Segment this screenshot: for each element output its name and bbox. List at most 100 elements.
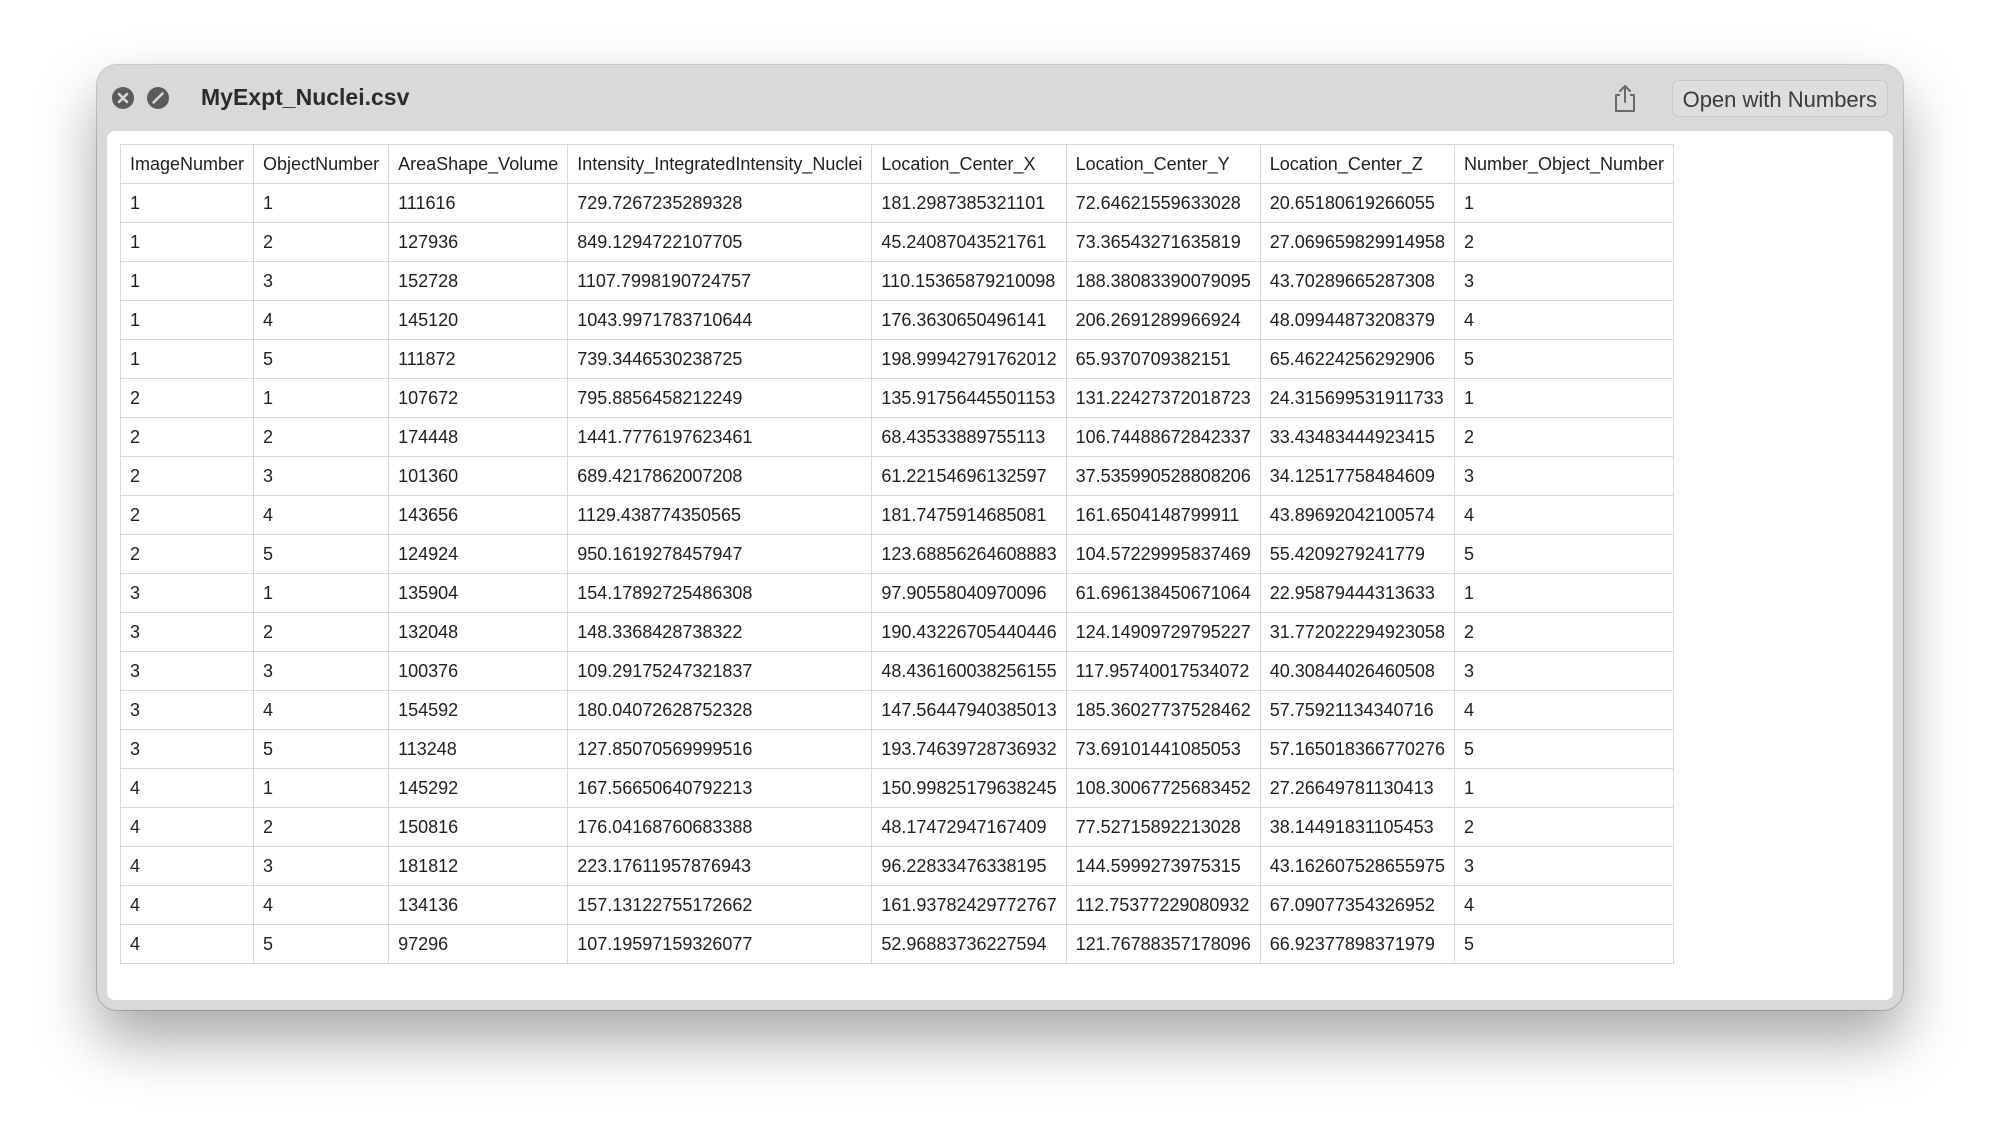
table-cell: 4 [253,690,390,730]
table-cell: 132048 [388,612,569,652]
table-cell: 3 [119,651,255,691]
table-row: 4 2 150816 176.04168760683388 48.17472947167… [119,807,1675,847]
table-cell: 5 [1453,924,1675,964]
table-cell: 152728 [388,261,569,301]
window-title: MyExpt_Nuclei.csv [201,84,410,110]
table-cell: 124.14909729795227 [1065,612,1261,652]
table-cell: 4 [253,495,390,535]
table-row: 1 3 152728 1107.7998190724757 110.1536587921… [119,261,1675,301]
table-cell: 1 [1453,573,1675,613]
table-cell: 1 [1453,768,1675,808]
table-cell: 117.95740017534072 [1065,651,1261,691]
table-cell: 1043.9971783710644 [567,300,873,340]
table-cell: 27.26649781130413 [1259,768,1455,808]
column-header: Number_Object_Number [1453,144,1675,184]
table-cell: 73.36543271635819 [1065,222,1261,262]
table-row: 3 5 113248 127.85070569999516 193.7463972873… [119,729,1675,769]
table-cell: 4 [1453,495,1675,535]
table-cell: 55.4209279241779 [1259,534,1455,574]
table-cell: 22.95879444313633 [1259,573,1455,613]
table-cell: 4 [119,807,255,847]
quicklook-window: MyExpt_Nuclei.csv Open with Numbers Imag… [97,65,1903,1010]
table-cell: 135.91756445501153 [871,378,1067,418]
table-cell: 729.7267235289328 [567,183,873,223]
table-cell: 108.30067725683452 [1065,768,1261,808]
table-cell: 3 [1453,846,1675,886]
table-cell: 3 [253,456,390,496]
table-cell: 2 [119,456,255,496]
table-cell: 2 [119,534,255,574]
table-cell: 97.90558040970096 [871,573,1067,613]
table-cell: 167.56650640792213 [567,768,873,808]
share-icon[interactable] [1609,83,1641,115]
table-cell: 100376 [388,651,569,691]
table-cell: 148.3368428738322 [567,612,873,652]
table-cell: 66.92377898371979 [1259,924,1455,964]
table-cell: 109.29175247321837 [567,651,873,691]
column-header: ObjectNumber [253,144,390,184]
table-cell: 104.57229995837469 [1065,534,1261,574]
table-row: 4 5 97296 107.19597159326077 52.968837362275… [119,924,1675,964]
table-row: 3 4 154592 180.04072628752328 147.5644794038… [119,690,1675,730]
table-cell: 33.43483444923415 [1259,417,1455,457]
table-cell: 2 [253,417,390,457]
table-cell: 111872 [388,339,569,379]
table-cell: 3 [1453,261,1675,301]
table-cell: 188.38083390079095 [1065,261,1261,301]
table-cell: 3 [119,690,255,730]
table-row: 3 1 135904 154.17892725486308 97.90558040970… [119,573,1675,613]
table-cell: 48.436160038256155 [871,651,1067,691]
open-with-numbers-button[interactable]: Open with Numbers [1671,80,1888,117]
table-cell: 206.2691289966924 [1065,300,1261,340]
table-cell: 3 [119,729,255,769]
table-cell: 131.22427372018723 [1065,378,1261,418]
table-cell: 150816 [388,807,569,847]
table-cell: 739.3446530238725 [567,339,873,379]
table-cell: 52.96883736227594 [871,924,1067,964]
table-cell: 45.24087043521761 [871,222,1067,262]
table-cell: 111616 [388,183,569,223]
table-cell: 145120 [388,300,569,340]
table-cell: 5 [253,729,390,769]
table-cell: 65.9370709382151 [1065,339,1261,379]
table-cell: 689.4217862007208 [567,456,873,496]
table-cell: 43.162607528655975 [1259,846,1455,886]
table-cell: 34.12517758484609 [1259,456,1455,496]
table-row: 3 3 100376 109.29175247321837 48.43616003825… [119,651,1675,691]
table-cell: 2 [119,378,255,418]
table-cell: 5 [253,924,390,964]
table-cell: 3 [1453,456,1675,496]
table-cell: 5 [1453,339,1675,379]
table-row: 1 2 127936 849.1294722107705 45.240870435217… [119,222,1675,262]
table-cell: 4 [253,300,390,340]
table-cell: 190.43226705440446 [871,612,1067,652]
table-cell: 147.56447940385013 [871,690,1067,730]
table-row: 4 1 145292 167.56650640792213 150.9982517963… [119,768,1675,808]
table-cell: 61.22154696132597 [871,456,1067,496]
table-cell: 1 [119,183,255,223]
table-cell: 154592 [388,690,569,730]
table-cell: 96.22833476338195 [871,846,1067,886]
column-header: Location_Center_Z [1259,144,1455,184]
table-cell: 1 [253,183,390,223]
table-cell: 223.17611957876943 [567,846,873,886]
table-cell: 176.04168760683388 [567,807,873,847]
table-cell: 20.65180619266055 [1259,183,1455,223]
table-cell: 112.75377229080932 [1065,885,1261,925]
table-cell: 43.70289665287308 [1259,261,1455,301]
table-cell: 4 [119,924,255,964]
table-cell: 124924 [388,534,569,574]
table-cell: 57.75921134340716 [1259,690,1455,730]
table-cell: 1 [119,339,255,379]
table-cell: 150.99825179638245 [871,768,1067,808]
table-row: 1 1 111616 729.7267235289328 181.29873853211… [119,183,1675,223]
table-cell: 5 [253,339,390,379]
table-row: 2 2 174448 1441.7776197623461 68.43533889755… [119,417,1675,457]
table-row: 2 4 143656 1129.438774350565 181.74759146850… [119,495,1675,535]
table-cell: 3 [253,261,390,301]
table-cell: 4 [119,768,255,808]
close-icon[interactable] [112,87,134,109]
table-cell: 67.09077354326952 [1259,885,1455,925]
table-cell: 1 [119,222,255,262]
fullscreen-icon[interactable] [147,87,169,109]
